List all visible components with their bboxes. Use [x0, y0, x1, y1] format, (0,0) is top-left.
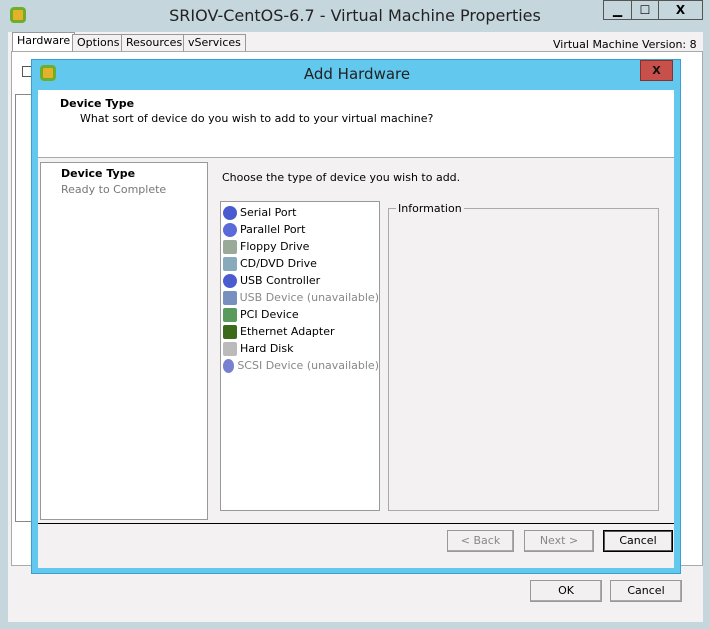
information-label: Information	[396, 202, 464, 215]
dialog-cancel-button[interactable]: Cancel	[603, 530, 673, 552]
device-label: Serial Port	[240, 206, 297, 219]
ok-button[interactable]: OK	[530, 580, 602, 602]
add-hardware-dialog: Add Hardware X Device Type What sort of …	[31, 59, 681, 574]
device-label: Floppy Drive	[240, 240, 310, 253]
serial-port-icon	[223, 205, 237, 220]
tab-vservices[interactable]: vServices	[183, 34, 246, 51]
device-item[interactable]: USB Controller	[221, 272, 379, 289]
device-label: Parallel Port	[240, 223, 306, 236]
device-label: Ethernet Adapter	[240, 325, 335, 338]
tab-resources[interactable]: Resources	[121, 34, 188, 51]
device-item[interactable]: SCSI Device (unavailable)	[221, 357, 379, 374]
device-label: CD/DVD Drive	[240, 257, 317, 270]
device-label: SCSI Device (unavailable)	[237, 359, 379, 372]
cancel-button[interactable]: Cancel	[610, 580, 682, 602]
dialog-header: Device Type What sort of device do you w…	[38, 90, 674, 158]
steps-panel: Device Type Ready to Complete	[40, 162, 208, 520]
device-item[interactable]: USB Device (unavailable)	[221, 289, 379, 306]
window-title-bar: SRIOV-CentOS-6.7 - Virtual Machine Prope…	[0, 0, 710, 32]
device-item[interactable]: CD/DVD Drive	[221, 255, 379, 272]
device-item[interactable]: Serial Port	[221, 204, 379, 221]
step-ready-to-complete: Ready to Complete	[61, 183, 167, 196]
device-label: Hard Disk	[240, 342, 294, 355]
tab-hardware[interactable]: Hardware	[12, 32, 76, 52]
usb-device-icon	[223, 290, 237, 305]
floppy-drive-icon	[223, 239, 237, 254]
device-item[interactable]: Floppy Drive	[221, 238, 379, 255]
header-title: Device Type	[60, 97, 135, 110]
dialog-title: Add Hardware	[303, 65, 411, 83]
usb-controller-icon	[223, 273, 237, 288]
scsi-device-icon	[223, 358, 235, 373]
vm-version: Virtual Machine Version: 8	[553, 38, 697, 51]
device-item[interactable]: PCI Device	[221, 306, 379, 323]
minimize-button[interactable]: ▁	[603, 0, 632, 20]
tab-options[interactable]: Options	[72, 34, 125, 51]
device-item[interactable]: Hard Disk	[221, 340, 379, 357]
pci-device-icon	[223, 307, 237, 322]
information-group	[388, 208, 659, 511]
device-item[interactable]: Parallel Port	[221, 221, 379, 238]
device-label: PCI Device	[240, 308, 299, 321]
device-item[interactable]: Ethernet Adapter	[221, 323, 379, 340]
close-button[interactable]: X	[658, 0, 703, 20]
header-subtitle: What sort of device do you wish to add t…	[80, 112, 434, 125]
dialog-body: Device Type What sort of device do you w…	[38, 90, 674, 568]
device-list[interactable]: Serial Port Parallel Port Floppy Drive CD/D…	[220, 201, 380, 511]
next-button[interactable]: Next >	[524, 530, 594, 552]
dialog-close-button[interactable]: X	[640, 60, 673, 81]
cd-dvd-drive-icon	[223, 256, 237, 271]
device-label: USB Controller	[240, 274, 321, 287]
ethernet-adapter-icon	[223, 324, 237, 339]
step-device-type: Device Type	[61, 167, 136, 180]
maximize-button[interactable]: ☐	[631, 0, 659, 20]
parallel-port-icon	[223, 222, 237, 237]
prompt-text: Choose the type of device you wish to ad…	[222, 171, 461, 184]
hard-disk-icon	[223, 341, 237, 356]
back-button[interactable]: < Back	[447, 530, 514, 552]
device-label: USB Device (unavailable)	[239, 291, 379, 304]
separator	[38, 523, 674, 524]
